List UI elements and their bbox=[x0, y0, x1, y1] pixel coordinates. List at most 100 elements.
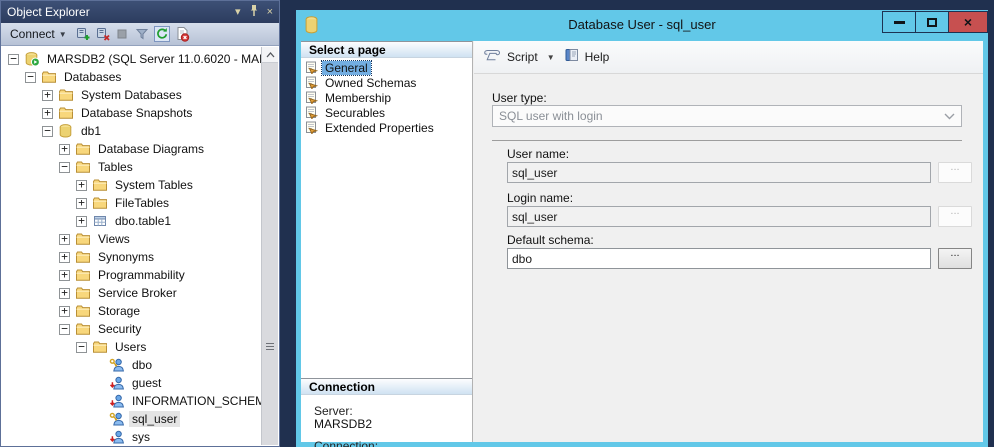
default-schema-browse-button[interactable]: ... bbox=[938, 248, 972, 269]
user-type-label: User type: bbox=[492, 91, 547, 105]
default-schema-field[interactable] bbox=[507, 248, 931, 269]
tree-item[interactable]: − db1 bbox=[2, 122, 261, 140]
close-icon: × bbox=[964, 15, 972, 29]
page-list-item[interactable]: General bbox=[301, 60, 472, 75]
tree-item[interactable]: INFORMATION_SCHEM bbox=[2, 392, 261, 410]
script-button[interactable]: Script bbox=[507, 50, 538, 64]
tree-item[interactable]: + Synonyms bbox=[2, 248, 261, 266]
database-icon bbox=[58, 123, 74, 139]
tree-item[interactable]: − Tables bbox=[2, 158, 261, 176]
tree-scrollbar[interactable] bbox=[261, 47, 278, 445]
expander-icon[interactable]: − bbox=[42, 126, 53, 137]
object-explorer-panel: Object Explorer ▾ × Connect▼ − MARSDB2 (… bbox=[0, 0, 280, 447]
page-icon bbox=[305, 121, 318, 134]
object-explorer-toolbar: Connect▼ bbox=[1, 23, 279, 46]
select-a-page-header: Select a page bbox=[301, 41, 472, 58]
expander-icon[interactable]: − bbox=[8, 54, 19, 65]
minimize-button[interactable] bbox=[882, 11, 916, 33]
help-icon bbox=[564, 47, 580, 68]
scrollbar-thumb-grip[interactable] bbox=[266, 341, 274, 352]
user-icon bbox=[109, 357, 125, 373]
expander-icon[interactable]: + bbox=[59, 234, 70, 245]
chevron-up-icon bbox=[266, 52, 275, 58]
object-explorer-titlebar[interactable]: Object Explorer ▾ × bbox=[1, 1, 279, 23]
user-disabled-icon bbox=[109, 375, 125, 391]
user-icon bbox=[109, 411, 125, 427]
connect-button[interactable]: Connect▼ bbox=[6, 26, 71, 42]
expander-icon[interactable]: + bbox=[59, 288, 70, 299]
connect-server-icon[interactable] bbox=[74, 26, 91, 43]
user-name-field bbox=[507, 162, 931, 183]
login-name-field bbox=[507, 206, 931, 227]
database-user-dialog: Database User - sql_user × Select a page bbox=[296, 10, 988, 447]
user-name-browse-button: ... bbox=[938, 162, 972, 183]
tree-item[interactable]: + Database Snapshots bbox=[2, 104, 261, 122]
table-icon bbox=[92, 213, 108, 229]
expander-icon[interactable]: + bbox=[76, 180, 87, 191]
ssms-main-window: Object Explorer ▾ × Connect▼ − MARSDB2 (… bbox=[0, 0, 994, 447]
expander-icon[interactable]: + bbox=[42, 90, 53, 101]
disconnect-server-icon[interactable] bbox=[94, 26, 111, 43]
expander-icon[interactable]: − bbox=[25, 72, 36, 83]
chevron-down-icon bbox=[944, 113, 955, 120]
close-button[interactable]: × bbox=[948, 11, 988, 33]
tree-item[interactable]: − MARSDB2 (SQL Server 11.0.6020 - MARSD bbox=[2, 50, 261, 68]
tree-item[interactable]: + Storage bbox=[2, 302, 261, 320]
page-list-item[interactable]: Owned Schemas bbox=[301, 75, 472, 90]
dialog-titlebar[interactable]: Database User - sql_user × bbox=[296, 10, 988, 41]
tree-item[interactable]: + Views bbox=[2, 230, 261, 248]
chevron-down-icon: ▼ bbox=[59, 30, 67, 39]
expander-icon[interactable]: + bbox=[59, 270, 70, 281]
default-schema-label: Default schema: bbox=[507, 233, 594, 247]
close-icon[interactable]: × bbox=[267, 7, 273, 18]
pin-icon[interactable] bbox=[249, 4, 259, 20]
expander-icon[interactable]: − bbox=[59, 162, 70, 173]
folder-icon bbox=[75, 141, 91, 157]
expander-icon[interactable]: + bbox=[42, 108, 53, 119]
tree-item[interactable]: + Service Broker bbox=[2, 284, 261, 302]
folder-icon bbox=[75, 231, 91, 247]
tree-item[interactable]: dbo bbox=[2, 356, 261, 374]
script-error-icon[interactable] bbox=[174, 26, 191, 43]
user-name-label: User name: bbox=[507, 147, 569, 161]
minimize-icon bbox=[894, 21, 905, 24]
page-list-item[interactable]: Membership bbox=[301, 90, 472, 105]
general-page-panel: Script ▼ Help User type: SQL user with l… bbox=[474, 41, 983, 442]
tree-item[interactable]: + Programmability bbox=[2, 266, 261, 284]
maximize-button[interactable] bbox=[915, 11, 949, 33]
expander-icon[interactable]: − bbox=[59, 324, 70, 335]
folder-icon bbox=[92, 177, 108, 193]
tree-item[interactable]: guest bbox=[2, 374, 261, 392]
help-button[interactable]: Help bbox=[585, 50, 610, 64]
expander-icon[interactable]: + bbox=[76, 216, 87, 227]
expander-icon[interactable]: + bbox=[59, 144, 70, 155]
page-list: General Owned Schemas Membership bbox=[301, 58, 472, 135]
tree-item[interactable]: − Users bbox=[2, 338, 261, 356]
tree-item[interactable]: − Databases bbox=[2, 68, 261, 86]
stop-icon[interactable] bbox=[114, 26, 131, 43]
page-list-item[interactable]: Securables bbox=[301, 105, 472, 120]
expander-icon[interactable]: + bbox=[76, 198, 87, 209]
scroll-up-button[interactable] bbox=[262, 47, 278, 63]
server-value: MARSDB2 bbox=[314, 417, 372, 431]
window-menu-icon[interactable]: ▾ bbox=[235, 7, 241, 18]
user-type-select: SQL user with login bbox=[492, 105, 962, 127]
tree-item[interactable]: + dbo.table1 bbox=[2, 212, 261, 230]
tree-item[interactable]: sql_user bbox=[2, 410, 261, 428]
filter-icon[interactable] bbox=[134, 26, 151, 43]
expander-icon[interactable]: + bbox=[59, 252, 70, 263]
page-icon bbox=[305, 76, 318, 89]
script-dropdown-icon[interactable]: ▼ bbox=[547, 53, 555, 62]
folder-icon bbox=[92, 195, 108, 211]
expander-icon[interactable]: + bbox=[59, 306, 70, 317]
page-list-item[interactable]: Extended Properties bbox=[301, 120, 472, 135]
refresh-icon[interactable] bbox=[154, 26, 171, 43]
tree-item[interactable]: + FileTables bbox=[2, 194, 261, 212]
maximize-icon bbox=[927, 18, 937, 27]
tree-item[interactable]: − Security bbox=[2, 320, 261, 338]
tree-item[interactable]: sys bbox=[2, 428, 261, 445]
expander-icon[interactable]: − bbox=[76, 342, 87, 353]
tree-item[interactable]: + System Databases bbox=[2, 86, 261, 104]
tree-item[interactable]: + System Tables bbox=[2, 176, 261, 194]
tree-item[interactable]: + Database Diagrams bbox=[2, 140, 261, 158]
